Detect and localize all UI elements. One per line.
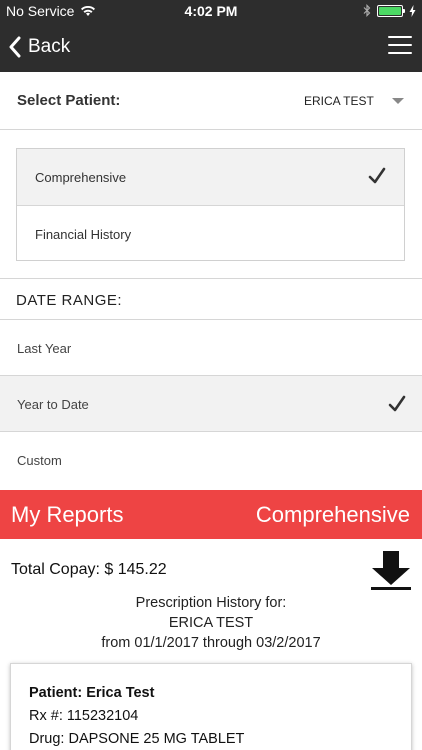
back-button[interactable]: Back — [8, 22, 70, 72]
history-title: Prescription History for: — [135, 595, 287, 611]
prescription-history-header: Prescription History for: ERICA TEST fro… — [0, 593, 422, 653]
charging-bolt-icon — [409, 4, 416, 17]
history-date-range: from 01/1/2017 through 03/2/2017 — [101, 635, 321, 651]
record-rx-number: Rx #: 115232104 — [29, 708, 139, 724]
history-patient-name: ERICA TEST — [168, 615, 254, 631]
patient-select-value[interactable]: ERICA TEST — [304, 94, 374, 108]
prescription-record-card[interactable]: Patient: Erica Test Rx #: 115232104 Drug… — [10, 663, 412, 750]
report-type-comprehensive[interactable]: Comprehensive — [17, 149, 404, 205]
status-bar: No Service 4:02 PM — [0, 0, 422, 22]
report-summary: Total Copay: $ 145.22 Prescription Histo… — [0, 539, 422, 659]
date-range-year-to-date[interactable]: Year to Date — [0, 376, 422, 432]
date-range-last-year[interactable]: Last Year — [0, 320, 422, 376]
record-drug: Drug: DAPSONE 25 MG TABLET — [29, 731, 245, 747]
status-right — [363, 4, 416, 17]
report-type-financial-history[interactable]: Financial History — [17, 205, 404, 261]
checkmark-icon — [368, 167, 386, 184]
back-label: Back — [28, 36, 71, 57]
chevron-left-icon — [9, 36, 21, 58]
menu-line — [388, 44, 412, 46]
report-type-label: Comprehensive — [35, 170, 127, 185]
date-range-heading: DATE RANGE: — [0, 278, 422, 320]
menu-line — [388, 52, 412, 54]
record-patient: Patient: Erica Test — [29, 685, 155, 701]
download-icon[interactable] — [370, 549, 412, 591]
date-range-label: Last Year — [17, 341, 72, 356]
status-time: 4:02 PM — [184, 3, 238, 19]
date-range-custom[interactable]: Custom — [0, 432, 422, 488]
total-copay: Total Copay: $ 145.22 — [11, 561, 167, 578]
nav-bar: Back — [0, 22, 422, 72]
battery-icon — [377, 4, 405, 17]
date-range-title: DATE RANGE: — [16, 292, 123, 309]
checkmark-icon — [388, 395, 406, 412]
date-range-label: Year to Date — [17, 397, 89, 412]
report-type-label: Financial History — [35, 227, 132, 242]
bluetooth-icon — [363, 4, 371, 17]
my-reports-title: My Reports — [11, 502, 124, 527]
dropdown-caret-icon[interactable] — [392, 98, 404, 104]
date-range-label: Custom — [17, 453, 62, 468]
my-reports-type: Comprehensive — [255, 502, 410, 527]
menu-line — [388, 36, 412, 38]
report-type-list: Comprehensive Financial History — [16, 148, 405, 261]
my-reports-bar: My Reports Comprehensive — [0, 490, 422, 539]
patient-select-label: Select Patient: — [17, 92, 121, 109]
battery-fill — [379, 6, 401, 15]
patient-select-row[interactable]: Select Patient: ERICA TEST — [0, 72, 422, 130]
hamburger-menu-icon[interactable] — [388, 36, 412, 56]
